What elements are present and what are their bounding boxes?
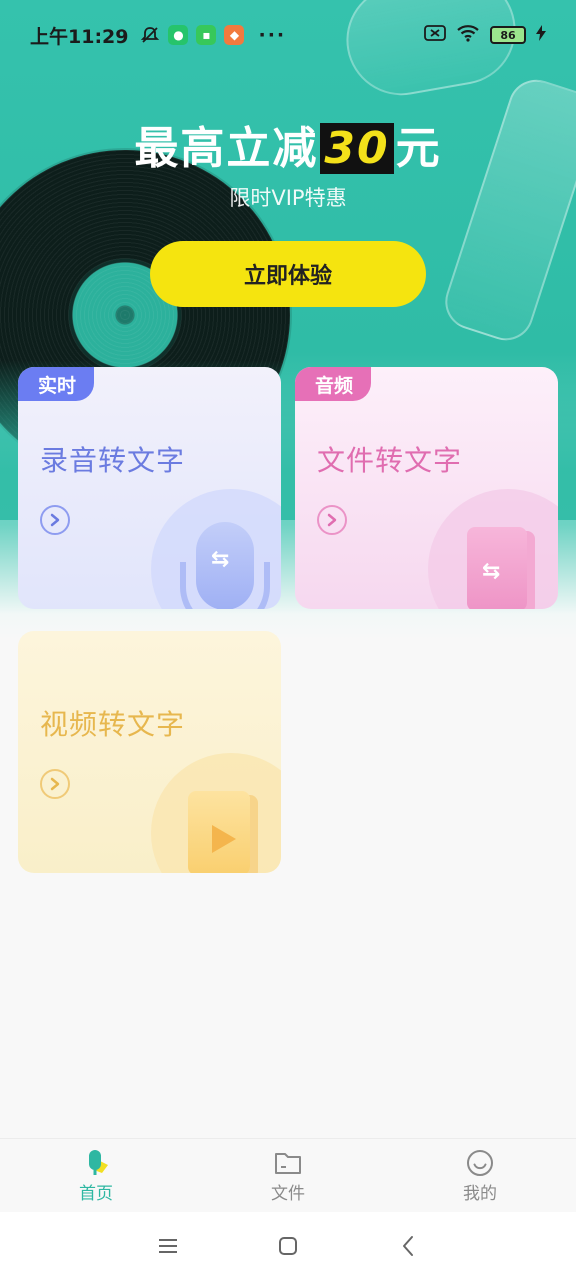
tab-profile[interactable]: 我的	[384, 1139, 576, 1212]
back-button[interactable]	[348, 1235, 468, 1257]
square-icon	[279, 1237, 297, 1255]
card-title: 文件转文字	[317, 444, 463, 477]
wifi-icon	[456, 24, 480, 47]
try-now-button[interactable]: 立即体验	[150, 241, 426, 307]
audio-tag: 音频	[295, 367, 372, 401]
menu-icon	[159, 1239, 177, 1253]
chevron-left-icon	[403, 1236, 413, 1256]
swap-arrows-icon: ⇆	[482, 559, 501, 584]
tab-label: 文件	[271, 1184, 305, 1204]
tab-home[interactable]: 首页	[0, 1139, 192, 1212]
system-navigation-bar	[0, 1212, 576, 1280]
promo-discount-amount: 30	[320, 123, 394, 174]
battery-indicator: 86	[490, 26, 526, 44]
shield-app-icon: ●	[168, 25, 189, 45]
play-icon	[212, 825, 236, 853]
mute-bell-icon	[140, 25, 160, 45]
video-to-text-card[interactable]: 视频转文字	[18, 631, 281, 873]
status-bar: 上午11:29 ● ▪ ◆ ··· 86	[0, 0, 576, 70]
realtime-tag: 实时	[18, 367, 95, 401]
smile-icon	[465, 1147, 495, 1179]
home-button[interactable]	[228, 1236, 348, 1256]
file-to-text-card[interactable]: ⇆ 音频 文件转文字	[295, 367, 558, 609]
tab-label: 首页	[79, 1184, 113, 1204]
store-app-icon: ◆	[224, 25, 245, 45]
card-title: 视频转文字	[40, 708, 186, 741]
robot-app-icon: ▪	[196, 25, 217, 45]
more-notifications-icon: ···	[258, 24, 287, 46]
promo-subtitle: 限时VIP特惠	[229, 186, 347, 210]
status-time: 上午11:29	[30, 25, 129, 48]
chevron-right-icon[interactable]	[317, 505, 347, 535]
bottom-tab-bar: 首页 文件 我的	[0, 1138, 576, 1212]
tab-files[interactable]: 文件	[192, 1139, 384, 1212]
swap-arrows-icon: ⇆	[211, 547, 230, 572]
record-to-text-card[interactable]: ⇆ 实时 录音转文字	[18, 367, 281, 609]
promo-title: 最高立减 30 元	[0, 112, 576, 176]
sim-off-icon	[424, 24, 446, 47]
chevron-right-icon[interactable]	[40, 769, 70, 799]
folder-icon	[273, 1147, 303, 1179]
promo-title-suffix: 元	[395, 123, 442, 174]
tab-label: 我的	[463, 1184, 497, 1204]
card-title: 录音转文字	[40, 444, 186, 477]
charging-icon	[536, 24, 546, 46]
chevron-right-icon[interactable]	[40, 505, 70, 535]
promo-title-prefix: 最高立减	[134, 123, 319, 174]
recent-apps-button[interactable]	[108, 1237, 228, 1255]
mic-icon	[80, 1147, 112, 1179]
